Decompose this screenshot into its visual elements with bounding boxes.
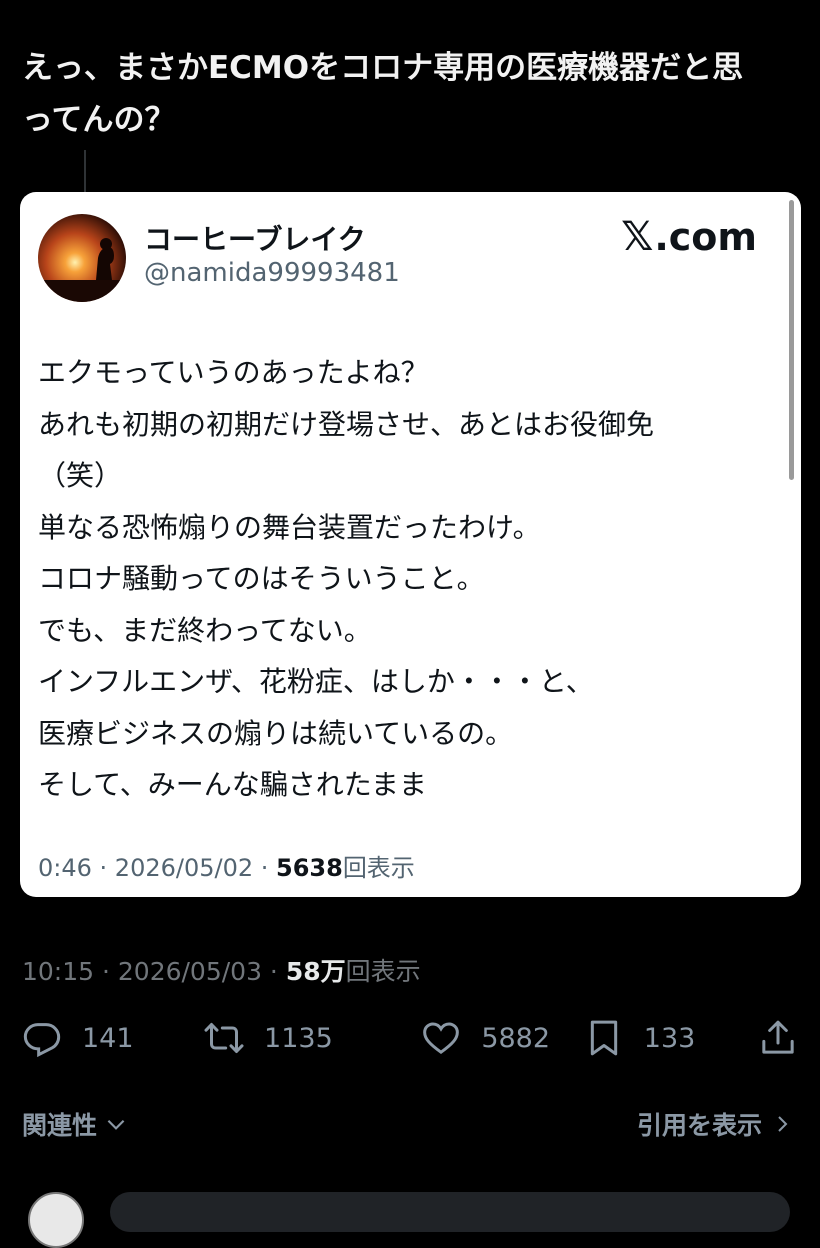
bookmark-icon: [590, 1020, 617, 1056]
action-bar: 141 1135 5882 133: [22, 1012, 798, 1064]
reply-button[interactable]: 141: [22, 1018, 204, 1058]
reply-icon: [23, 1023, 61, 1058]
view-quotes-label: 引用を表示: [636, 1111, 762, 1140]
quoted-post-text: エクモっていうのあったよね？ あれも初期の初期だけ登場させ、あとはお役御免 （笑…: [38, 356, 655, 801]
post-time: 10:15: [22, 957, 95, 986]
bookmark-count: 133: [643, 1022, 696, 1054]
share-button[interactable]: [758, 1018, 798, 1058]
post-meta: 10:15 · 2026/05/03 · 58万回表示: [22, 957, 421, 986]
x-icon: 𝕏: [621, 214, 654, 260]
quoted-views-count: 5638: [276, 854, 343, 882]
post-date: 2026/05/03: [117, 957, 262, 986]
sunset-silhouette-icon: [38, 214, 126, 302]
chevron-down-icon: [107, 1119, 125, 1130]
x-domain: .com: [654, 215, 757, 259]
bookmark-button[interactable]: 133: [584, 1018, 758, 1058]
post-views-label: 回表示: [345, 957, 421, 986]
user-avatar[interactable]: [28, 1192, 84, 1248]
reply-composer-bar: [0, 1178, 820, 1248]
post-views-count: 58万: [285, 957, 346, 986]
share-icon: [762, 1020, 794, 1054]
reply-input[interactable]: [110, 1192, 790, 1232]
sort-relevance-dropdown[interactable]: 関連性: [22, 1106, 129, 1142]
card-scrollbar[interactable]: [789, 200, 794, 480]
retweet-button[interactable]: 1135: [204, 1018, 421, 1058]
reply-count: 141: [82, 1022, 134, 1054]
quoted-author-handle[interactable]: @namida99993481: [144, 258, 400, 288]
retweet-icon: [204, 1023, 244, 1053]
sort-label: 関連性: [22, 1111, 98, 1140]
chevron-right-icon: [778, 1116, 788, 1132]
quoted-post-card[interactable]: コーヒーブレイク @namida99993481 𝕏 .com エクモっていうのあ…: [20, 192, 801, 897]
quoted-time: 0:46: [38, 854, 92, 882]
x-logo: 𝕏 .com: [621, 214, 757, 260]
quoted-author-name[interactable]: コーヒーブレイク: [144, 218, 366, 258]
quoted-views-label: 回表示: [342, 854, 415, 882]
like-count: 5882: [481, 1022, 551, 1054]
quoted-post-meta: 0:46 · 2026/05/02 · 5638回表示: [38, 854, 415, 882]
thread-line: [84, 150, 86, 194]
heart-icon: [423, 1022, 460, 1055]
like-button[interactable]: 5882: [421, 1018, 583, 1058]
view-quotes-link[interactable]: 引用を表示: [637, 1106, 794, 1142]
avatar[interactable]: [38, 214, 126, 302]
quoted-date: 2026/05/02: [114, 854, 254, 882]
post-text: えっ、まさかECMOをコロナ専用の医療機器だと思 ってんの？: [22, 50, 744, 138]
retweet-count: 1135: [264, 1022, 333, 1054]
